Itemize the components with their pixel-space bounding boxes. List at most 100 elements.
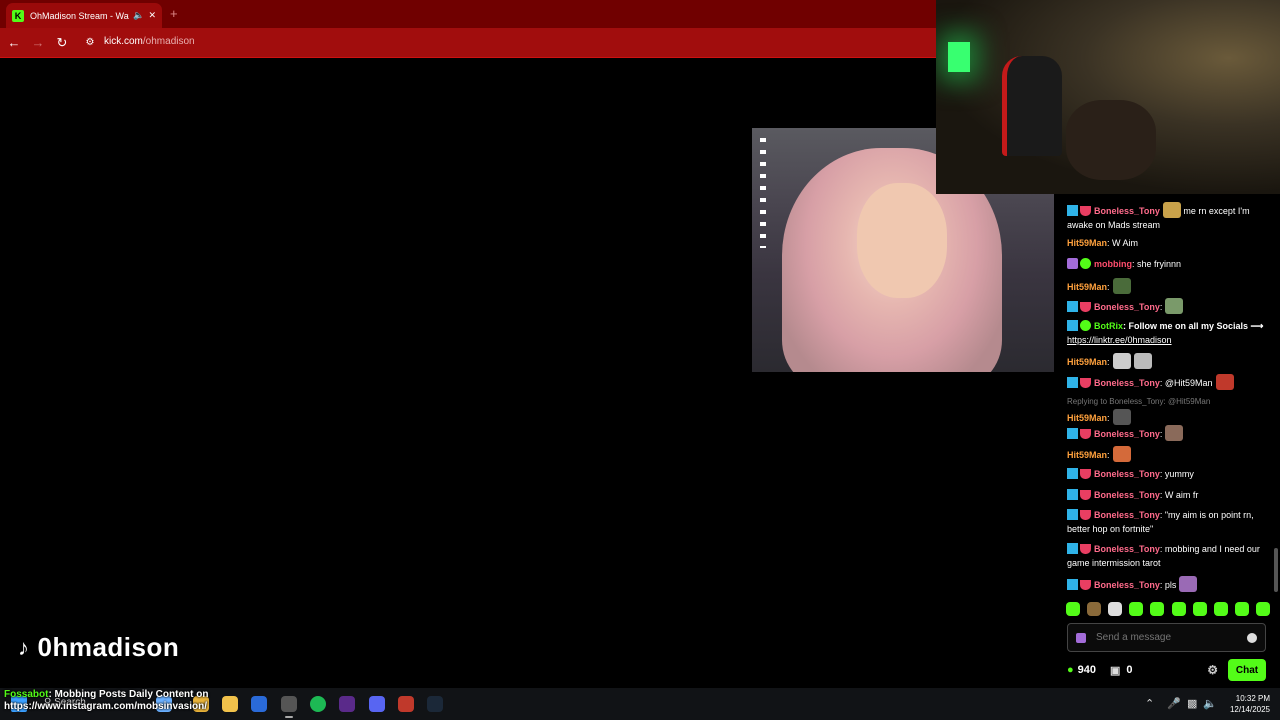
chat-message: Boneless_Tony: yummy bbox=[1067, 467, 1274, 481]
speaker-icon[interactable]: 🔈 bbox=[133, 10, 144, 21]
chat-link[interactable]: https://linktr.ee/0hmadison bbox=[1067, 335, 1172, 345]
browser-chrome: K OhMadison Stream - Watch 🔈 ✕ + ← → ↻ ⚙… bbox=[0, 0, 936, 58]
browser-tab[interactable]: K OhMadison Stream - Watch 🔈 ✕ bbox=[6, 3, 162, 28]
reply-context[interactable]: Replying to Boneless_Tony: @Hit59Man bbox=[1067, 397, 1210, 406]
chat-message: Hit59Man: bbox=[1067, 353, 1274, 369]
file-explorer-icon[interactable] bbox=[222, 696, 238, 712]
gifter-badge-icon bbox=[1080, 206, 1091, 216]
tray-chevron-icon[interactable]: ⌃ bbox=[1145, 697, 1154, 710]
chat-message: Boneless_Tony: "my aim is on point rn, b… bbox=[1067, 508, 1274, 536]
chat-username[interactable]: Boneless_Tony bbox=[1094, 378, 1160, 388]
tiktok-handle: 0hmadison bbox=[37, 632, 180, 662]
chat-username[interactable]: BotRix bbox=[1094, 321, 1123, 331]
chat-username[interactable]: Boneless_Tony bbox=[1094, 510, 1160, 520]
gifter-badge-icon bbox=[1080, 544, 1091, 554]
chat-text: : W aim fr bbox=[1159, 490, 1199, 500]
gifter-badge-icon bbox=[1080, 429, 1091, 439]
gifter-badge-icon bbox=[1080, 302, 1091, 312]
chat-message: Boneless_Tony: W aim fr bbox=[1067, 488, 1274, 502]
chat-text: : Follow me on all my Socials ⟶ bbox=[1123, 321, 1264, 331]
chat-username[interactable]: Boneless_Tony bbox=[1094, 302, 1160, 312]
chat-settings-gear-icon[interactable]: ⚙ bbox=[1207, 663, 1218, 677]
new-tab-button[interactable]: + bbox=[170, 6, 178, 21]
reload-icon[interactable]: ↻ bbox=[54, 35, 70, 51]
chat-username[interactable]: Hit59Man bbox=[1067, 413, 1107, 423]
chat-username[interactable]: Hit59Man bbox=[1067, 238, 1107, 248]
chat-username[interactable]: Boneless_Tony bbox=[1094, 206, 1160, 216]
emote-icon bbox=[1215, 374, 1234, 390]
emote-icon[interactable] bbox=[1108, 602, 1123, 616]
quick-emote-bar bbox=[1066, 602, 1270, 620]
webcam-subject-face bbox=[857, 183, 947, 298]
chat-message: mobbing: she fryinnn bbox=[1067, 257, 1274, 271]
chat-message-input[interactable] bbox=[1086, 631, 1247, 644]
video-app-icon[interactable] bbox=[398, 696, 414, 712]
chat-text: : W Aim bbox=[1107, 238, 1139, 248]
chat-username[interactable]: Boneless_Tony bbox=[1094, 490, 1160, 500]
emote-icon[interactable] bbox=[1171, 602, 1186, 616]
moderator-badge-icon bbox=[1067, 428, 1078, 439]
bot-overlay-message: Fossabot: Mobbing Posts Daily Content on… bbox=[4, 689, 208, 713]
chat-message: Boneless_Tony: mobbing and I need our ga… bbox=[1067, 542, 1274, 570]
emote-icon[interactable] bbox=[1087, 602, 1102, 616]
microphone-icon[interactable]: 🎤 bbox=[1167, 697, 1181, 710]
emote-icon[interactable] bbox=[1213, 602, 1228, 616]
forward-arrow-icon[interactable]: → bbox=[30, 35, 46, 50]
next-app-icon[interactable] bbox=[339, 696, 355, 712]
address-bar: ← → ↻ ⚙ kick.com/ohmadison bbox=[0, 28, 936, 58]
close-tab-icon[interactable]: ✕ bbox=[148, 10, 156, 21]
channel-points-icon[interactable]: ● bbox=[1067, 664, 1074, 676]
emote-icon[interactable] bbox=[1192, 602, 1207, 616]
emoji-picker-icon[interactable] bbox=[1247, 632, 1257, 643]
badge-selector-icon[interactable] bbox=[1076, 632, 1086, 643]
emote-icon[interactable] bbox=[1234, 602, 1249, 616]
chat-message: Boneless_Tony me rn except I'm awake on … bbox=[1067, 202, 1274, 232]
chat-message: Boneless_Tony: bbox=[1067, 425, 1274, 441]
emote-icon bbox=[1165, 425, 1184, 441]
moderator-badge-icon bbox=[1067, 320, 1078, 331]
taskbar-clock[interactable]: 10:32 PM 12/14/2025 bbox=[1224, 693, 1270, 715]
emote-icon bbox=[1179, 576, 1198, 592]
chat-username[interactable]: Hit59Man bbox=[1067, 282, 1107, 292]
url-field[interactable]: kick.com/ohmadison bbox=[104, 36, 195, 47]
gift-icon[interactable]: ▣ bbox=[1110, 664, 1120, 677]
green-lamp bbox=[948, 42, 970, 72]
clock-date: 12/14/2025 bbox=[1229, 705, 1270, 714]
obs-app-icon[interactable] bbox=[281, 696, 297, 718]
tiktok-watermark: ♪ 0hmadison bbox=[18, 632, 179, 663]
chat-username[interactable]: Hit59Man bbox=[1067, 450, 1107, 460]
gifter-badge-icon bbox=[1080, 378, 1091, 388]
tiktok-icon: ♪ bbox=[18, 634, 30, 660]
chat-username[interactable]: Boneless_Tony bbox=[1094, 580, 1160, 590]
chat-username[interactable]: Boneless_Tony bbox=[1094, 469, 1160, 479]
volume-icon[interactable]: 🔈 bbox=[1203, 697, 1217, 710]
moderator-badge-icon bbox=[1067, 579, 1078, 590]
subscriber-badge-icon bbox=[1067, 258, 1078, 269]
emote-icon[interactable] bbox=[1066, 602, 1080, 616]
bot-message: : Mobbing Posts Daily Content on bbox=[48, 689, 209, 700]
chat-username[interactable]: Boneless_Tony bbox=[1094, 544, 1160, 554]
chat-username[interactable]: Boneless_Tony bbox=[1094, 429, 1160, 439]
emote-icon[interactable] bbox=[1129, 602, 1144, 616]
browser-app-icon[interactable] bbox=[251, 696, 267, 712]
emote-icon[interactable] bbox=[1255, 602, 1270, 616]
send-chat-button[interactable]: Chat bbox=[1228, 659, 1266, 681]
chat-message: Boneless_Tony: @Hit59Man bbox=[1067, 374, 1274, 390]
chat-input-box bbox=[1067, 623, 1266, 652]
chat-username[interactable]: mobbing bbox=[1094, 259, 1132, 269]
chat-username[interactable]: Hit59Man bbox=[1067, 357, 1107, 367]
back-arrow-icon[interactable]: ← bbox=[6, 35, 22, 50]
emote-icon[interactable] bbox=[1150, 602, 1165, 616]
steam-app-icon[interactable] bbox=[427, 696, 443, 712]
bot-name: Fossabot bbox=[4, 689, 49, 700]
spotify-app-icon[interactable] bbox=[310, 696, 326, 712]
webcam-person bbox=[1066, 100, 1156, 180]
network-icon[interactable]: ▩ bbox=[1187, 697, 1197, 710]
chat-message: Hit59Man: bbox=[1067, 278, 1274, 294]
discord-app-icon[interactable] bbox=[369, 696, 385, 712]
site-info-icon[interactable]: ⚙ bbox=[82, 37, 98, 48]
chat-scrollbar[interactable] bbox=[1274, 548, 1278, 592]
moderator-badge-icon bbox=[1067, 377, 1078, 388]
chat-message: Hit59Man: W Aim bbox=[1067, 236, 1274, 250]
chat-footer: ● 940 ▣ 0 ⚙ Chat bbox=[1067, 658, 1266, 682]
